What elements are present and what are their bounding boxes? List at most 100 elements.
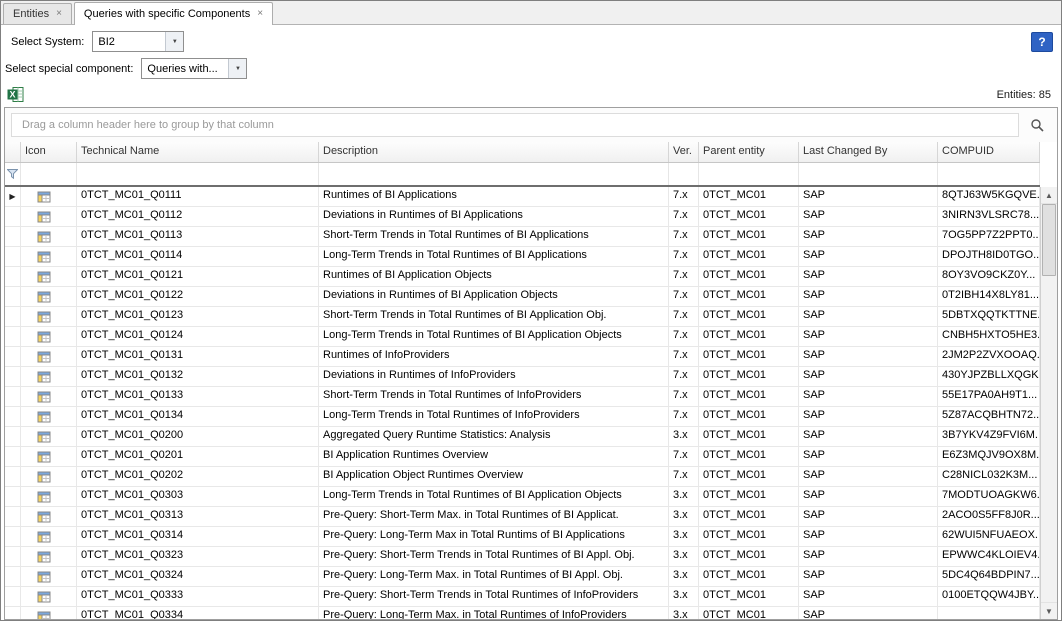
- scroll-thumb[interactable]: [1042, 204, 1056, 276]
- cell-description: Runtimes of BI Application Objects: [319, 267, 669, 286]
- search-button[interactable]: [1023, 113, 1051, 137]
- chevron-down-icon[interactable]: ▼: [165, 32, 183, 51]
- row-icon-cell: [21, 227, 77, 246]
- auto-filter-row: [5, 163, 1040, 187]
- table-row[interactable]: ▶ 0TCT_MC01_Q0111 Runtimes of BI Applica…: [5, 187, 1040, 207]
- table-row[interactable]: 0TCT_MC01_Q0334 Pre-Query: Long-Term Max…: [5, 607, 1040, 619]
- table-row[interactable]: 0TCT_MC01_Q0303 Long-Term Trends in Tota…: [5, 487, 1040, 507]
- table-row[interactable]: 0TCT_MC01_Q0112 Deviations in Runtimes o…: [5, 207, 1040, 227]
- cell-compuid: [938, 607, 1040, 619]
- filter-cell-last-changed-by[interactable]: [799, 163, 938, 185]
- table-row[interactable]: 0TCT_MC01_Q0200 Aggregated Query Runtime…: [5, 427, 1040, 447]
- table-row[interactable]: 0TCT_MC01_Q0333 Pre-Query: Short-Term Tr…: [5, 587, 1040, 607]
- cell-technical-name: 0TCT_MC01_Q0121: [77, 267, 319, 286]
- cell-last-changed-by: SAP: [799, 567, 938, 586]
- cell-description: Deviations in Runtimes of BI Application…: [319, 287, 669, 306]
- table-row[interactable]: 0TCT_MC01_Q0314 Pre-Query: Long-Term Max…: [5, 527, 1040, 547]
- cell-description: Long-Term Trends in Total Runtimes of In…: [319, 407, 669, 426]
- column-header-parent-entity[interactable]: Parent entity: [699, 142, 799, 162]
- table-row[interactable]: 0TCT_MC01_Q0132 Deviations in Runtimes o…: [5, 367, 1040, 387]
- select-system-label: Select System:: [11, 36, 84, 48]
- tab-entities-label: Entities: [13, 8, 49, 20]
- row-indicator: [5, 407, 21, 426]
- export-excel-button[interactable]: X: [7, 86, 24, 103]
- cell-technical-name: 0TCT_MC01_Q0334: [77, 607, 319, 619]
- cell-version: 7.x: [669, 467, 699, 486]
- column-header-compuid[interactable]: COMPUID: [938, 142, 1040, 162]
- cell-compuid: EPWWC4KLOIEV4...: [938, 547, 1040, 566]
- filter-cell-icon[interactable]: [21, 163, 77, 185]
- select-system-combobox[interactable]: BI2 ▼: [92, 31, 184, 52]
- cell-last-changed-by: SAP: [799, 447, 938, 466]
- table-row[interactable]: 0TCT_MC01_Q0113 Short-Term Trends in Tot…: [5, 227, 1040, 247]
- cell-technical-name: 0TCT_MC01_Q0112: [77, 207, 319, 226]
- cell-description: Short-Term Trends in Total Runtimes of I…: [319, 387, 669, 406]
- table-row[interactable]: 0TCT_MC01_Q0201 BI Application Runtimes …: [5, 447, 1040, 467]
- scroll-down-button[interactable]: ▼: [1041, 602, 1057, 619]
- table-row[interactable]: 0TCT_MC01_Q0202 BI Application Object Ru…: [5, 467, 1040, 487]
- cell-parent-entity: 0TCT_MC01: [699, 467, 799, 486]
- column-header-technical-name[interactable]: Technical Name: [77, 142, 319, 162]
- table-row[interactable]: 0TCT_MC01_Q0313 Pre-Query: Short-Term Ma…: [5, 507, 1040, 527]
- cell-last-changed-by: SAP: [799, 507, 938, 526]
- cell-technical-name: 0TCT_MC01_Q0313: [77, 507, 319, 526]
- query-icon: [37, 570, 51, 584]
- query-icon: [37, 230, 51, 244]
- svg-text:X: X: [9, 90, 15, 100]
- row-indicator: [5, 367, 21, 386]
- cell-parent-entity: 0TCT_MC01: [699, 607, 799, 619]
- query-icon: [37, 470, 51, 484]
- cell-description: Short-Term Trends in Total Runtimes of B…: [319, 307, 669, 326]
- tab-entities[interactable]: Entities ×: [3, 3, 72, 24]
- table-row[interactable]: 0TCT_MC01_Q0323 Pre-Query: Short-Term Tr…: [5, 547, 1040, 567]
- table-row[interactable]: 0TCT_MC01_Q0121 Runtimes of BI Applicati…: [5, 267, 1040, 287]
- cell-compuid: 3NIRN3VLSRC78...: [938, 207, 1040, 226]
- help-button[interactable]: ?: [1031, 32, 1053, 52]
- table-row[interactable]: 0TCT_MC01_Q0134 Long-Term Trends in Tota…: [5, 407, 1040, 427]
- cell-description: Long-Term Trends in Total Runtimes of BI…: [319, 247, 669, 266]
- cell-technical-name: 0TCT_MC01_Q0202: [77, 467, 319, 486]
- filter-cell-version[interactable]: [669, 163, 699, 185]
- column-header-description[interactable]: Description: [319, 142, 669, 162]
- group-by-hint: Drag a column header here to group by th…: [11, 113, 1019, 137]
- column-header-ver[interactable]: Ver.: [669, 142, 699, 162]
- table-row[interactable]: 0TCT_MC01_Q0114 Long-Term Trends in Tota…: [5, 247, 1040, 267]
- cell-parent-entity: 0TCT_MC01: [699, 287, 799, 306]
- cell-compuid: 8QTJ63W5KGQVE...: [938, 187, 1040, 206]
- row-indicator: [5, 587, 21, 606]
- column-header-last-changed-by[interactable]: Last Changed By: [799, 142, 938, 162]
- select-system-row: Select System: BI2 ▼ ?: [1, 25, 1061, 55]
- vertical-scrollbar[interactable]: ▲ ▼: [1040, 187, 1057, 619]
- cell-compuid: DPOJTH8ID0TGO...: [938, 247, 1040, 266]
- column-header-row: IconTechnical NameDescriptionVer.Parent …: [5, 142, 1040, 163]
- column-header-icon[interactable]: Icon: [21, 142, 77, 162]
- cell-technical-name: 0TCT_MC01_Q0200: [77, 427, 319, 446]
- cell-technical-name: 0TCT_MC01_Q0133: [77, 387, 319, 406]
- cell-compuid: 2ACO0S5FF8J0R...: [938, 507, 1040, 526]
- row-indicator: [5, 467, 21, 486]
- table-row[interactable]: 0TCT_MC01_Q0131 Runtimes of InfoProvider…: [5, 347, 1040, 367]
- tab-queries-with-specific-components[interactable]: Queries with specific Components ×: [74, 2, 273, 25]
- cell-version: 7.x: [669, 347, 699, 366]
- cell-compuid: E6Z3MQJV9OX8M...: [938, 447, 1040, 466]
- table-row[interactable]: 0TCT_MC01_Q0124 Long-Term Trends in Tota…: [5, 327, 1040, 347]
- query-icon: [37, 310, 51, 324]
- filter-cell-parent-entity[interactable]: [699, 163, 799, 185]
- tab-queries-close-icon[interactable]: ×: [257, 9, 263, 19]
- tab-entities-close-icon[interactable]: ×: [56, 9, 62, 19]
- cell-last-changed-by: SAP: [799, 187, 938, 206]
- select-component-combobox[interactable]: Queries with... ▼: [141, 58, 247, 79]
- cell-description: Pre-Query: Long-Term Max in Total Runtim…: [319, 527, 669, 546]
- cell-version: 7.x: [669, 447, 699, 466]
- table-row[interactable]: 0TCT_MC01_Q0123 Short-Term Trends in Tot…: [5, 307, 1040, 327]
- table-row[interactable]: 0TCT_MC01_Q0133 Short-Term Trends in Tot…: [5, 387, 1040, 407]
- table-row[interactable]: 0TCT_MC01_Q0122 Deviations in Runtimes o…: [5, 287, 1040, 307]
- scroll-up-button[interactable]: ▲: [1041, 187, 1057, 204]
- grid-rows: ▶ 0TCT_MC01_Q0111 Runtimes of BI Applica…: [5, 187, 1040, 619]
- filter-cell-compuid[interactable]: [938, 163, 1040, 185]
- filter-cell-technical-name[interactable]: [77, 163, 319, 185]
- filter-cell-description[interactable]: [319, 163, 669, 185]
- chevron-down-icon[interactable]: ▼: [228, 59, 246, 78]
- query-icon: [37, 590, 51, 604]
- table-row[interactable]: 0TCT_MC01_Q0324 Pre-Query: Long-Term Max…: [5, 567, 1040, 587]
